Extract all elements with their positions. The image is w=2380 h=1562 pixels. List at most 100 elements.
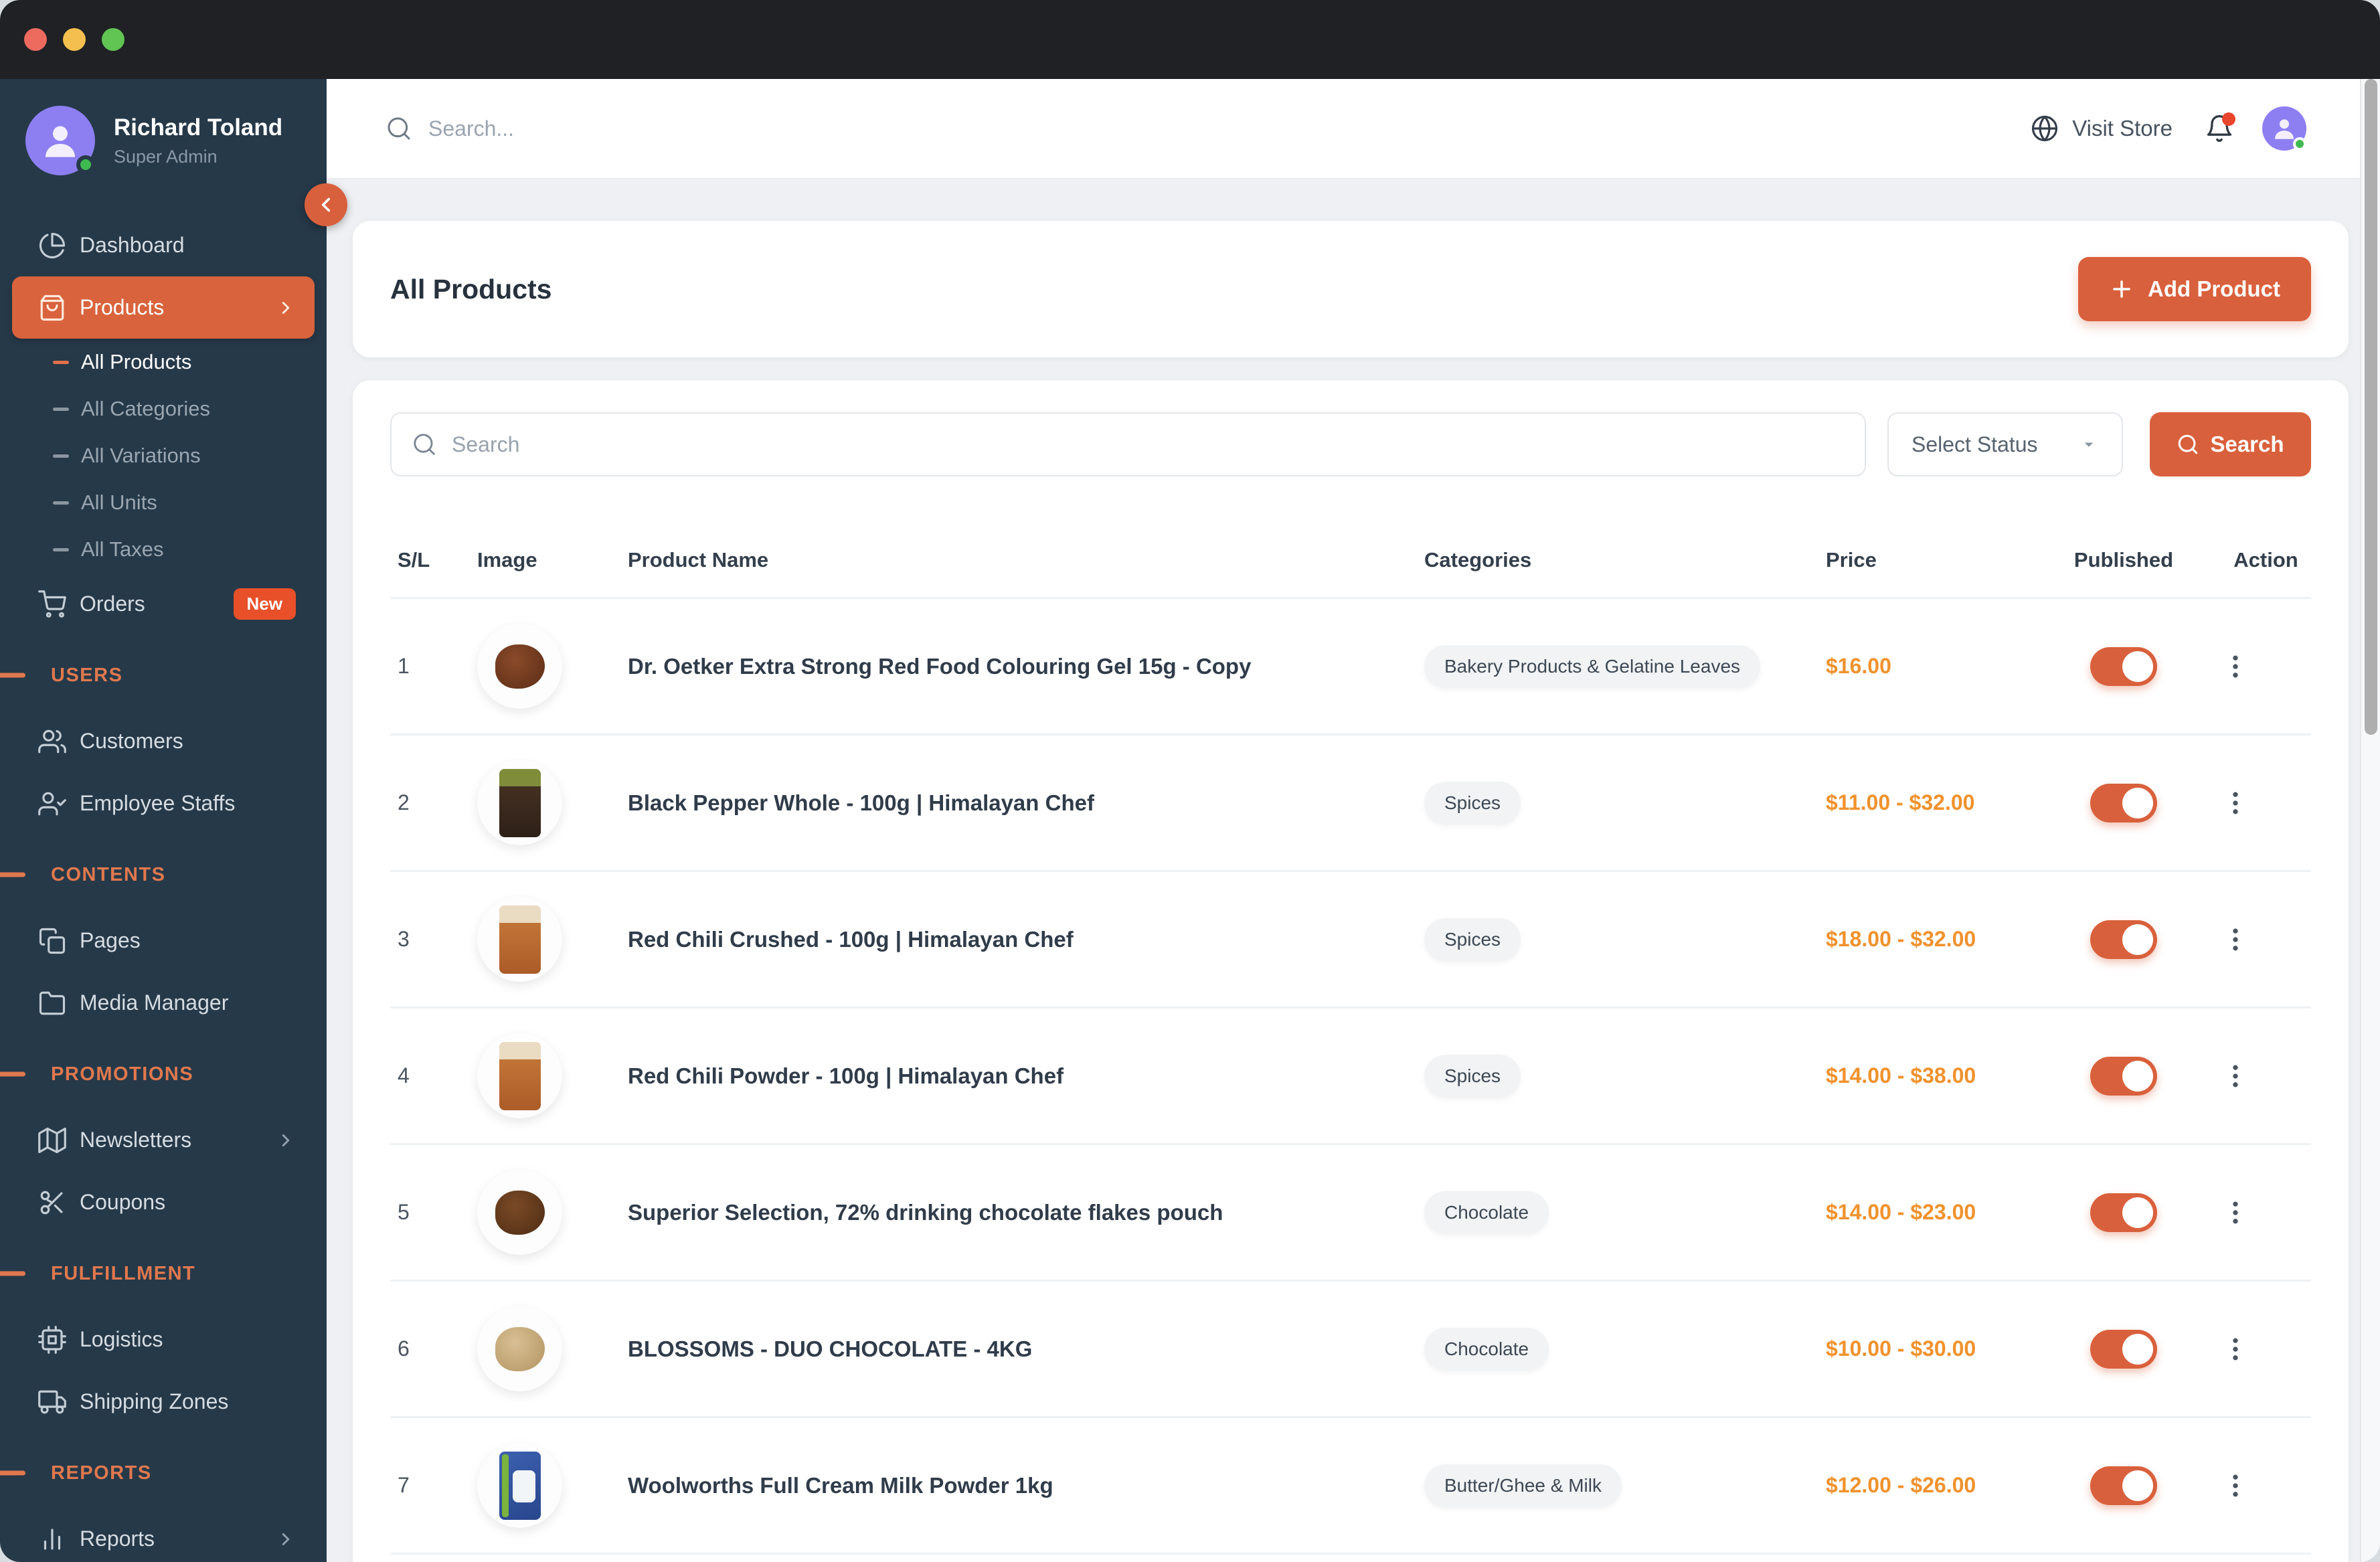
sidebar-subitem-all-variations[interactable]: All Variations <box>0 432 327 479</box>
vertical-scrollbar <box>2360 79 2380 1562</box>
sidebar-item-media-manager[interactable]: Media Manager <box>12 972 315 1034</box>
global-search-input[interactable] <box>428 116 897 141</box>
published-toggle[interactable] <box>2090 920 2157 959</box>
chevron-left-icon <box>315 193 337 216</box>
profile-avatar-button[interactable] <box>2262 106 2306 151</box>
published-toggle[interactable] <box>2090 1329 2157 1369</box>
row-actions-button[interactable] <box>2221 652 2250 681</box>
category-chip: Spices <box>1424 918 1521 961</box>
sidebar-item-label: Coupons <box>80 1190 166 1214</box>
dash-icon <box>53 547 69 551</box>
search-icon <box>386 115 412 142</box>
table-header-row: S/L Image Product Name Categories Price … <box>390 523 2311 597</box>
published-toggle[interactable] <box>2090 783 2157 822</box>
product-name: Dr. Oetker Extra Strong Red Food Colouri… <box>628 653 1252 679</box>
pie-chart-icon <box>38 232 66 260</box>
col-header-price: Price <box>1826 548 1877 572</box>
sidebar-item-customers[interactable]: Customers <box>12 710 315 772</box>
published-toggle[interactable] <box>2090 646 2157 686</box>
close-window-button[interactable] <box>24 28 47 51</box>
row-actions-button[interactable] <box>2221 1471 2250 1500</box>
sidebar-item-newsletters[interactable]: Newsletters <box>12 1109 315 1171</box>
product-price: $10.00 - $30.00 <box>1826 1336 1976 1361</box>
sidebar-subitem-all-taxes[interactable]: All Taxes <box>0 526 327 573</box>
sidebar-item-coupons[interactable]: Coupons <box>12 1171 315 1233</box>
visit-store-button[interactable]: Visit Store <box>2031 114 2173 143</box>
dash-icon <box>53 407 69 411</box>
row-actions-button[interactable] <box>2221 1061 2250 1091</box>
category-chip: Butter/Ghee & Milk <box>1424 1464 1622 1507</box>
maximize-window-button[interactable] <box>102 28 124 51</box>
minimize-window-button[interactable] <box>63 28 86 51</box>
dash-icon <box>53 501 69 505</box>
published-toggle[interactable] <box>2090 1466 2157 1505</box>
page-content: All Products Add Product Select Status <box>327 179 2380 1562</box>
product-price: $14.00 - $38.00 <box>1826 1063 1976 1088</box>
table-row: 4 Red Chili Powder - 100g | Himalayan Ch… <box>390 1007 2311 1143</box>
table-search-button[interactable]: Search <box>2150 412 2311 476</box>
online-status-dot <box>76 155 95 174</box>
sidebar-item-reports[interactable]: Reports <box>12 1508 315 1562</box>
person-icon <box>46 126 75 157</box>
table-search-input[interactable] <box>452 432 1845 457</box>
sidebar-item-logistics[interactable]: Logistics <box>12 1308 315 1371</box>
sidebar-item-shipping-zones[interactable]: Shipping Zones <box>12 1371 315 1433</box>
product-price: $14.00 - $23.00 <box>1826 1200 1976 1224</box>
row-actions-button[interactable] <box>2221 1334 2250 1364</box>
kebab-menu-icon <box>2233 1065 2238 1087</box>
row-serial: 2 <box>398 790 410 814</box>
sidebar-subitem-label: All Products <box>81 350 192 373</box>
sidebar-item-products[interactable]: Products <box>12 276 315 339</box>
person-icon <box>2275 119 2294 139</box>
add-product-button[interactable]: Add Product <box>2078 257 2311 321</box>
sidebar-item-label: Orders <box>80 592 145 616</box>
user-check-icon <box>38 790 66 818</box>
sidebar-collapse-button[interactable] <box>305 183 347 226</box>
sidebar-subitem-all-units[interactable]: All Units <box>0 479 327 526</box>
sidebar-item-label: Dashboard <box>80 233 185 257</box>
sidebar-item-orders[interactable]: Orders New <box>12 573 315 635</box>
kebab-menu-icon <box>2233 792 2238 814</box>
chevron-right-icon <box>276 1529 296 1549</box>
kebab-menu-icon <box>2233 655 2238 677</box>
row-actions-button[interactable] <box>2221 1198 2250 1227</box>
product-image <box>477 760 562 845</box>
table-row: 3 Red Chili Crushed - 100g | Himalayan C… <box>390 870 2311 1007</box>
sidebar-item-label: Pages <box>80 928 141 952</box>
scrollbar-thumb[interactable] <box>2365 79 2377 735</box>
category-chip: Spices <box>1424 781 1521 825</box>
kebab-menu-icon <box>2233 1474 2238 1496</box>
table-row: 1 Dr. Oetker Extra Strong Red Food Colou… <box>390 597 2311 733</box>
col-header-image: Image <box>477 548 537 572</box>
truck-icon <box>38 1388 66 1416</box>
row-serial: 3 <box>398 927 410 951</box>
sidebar-subitem-all-products[interactable]: All Products <box>0 339 327 385</box>
online-status-dot <box>2293 137 2306 151</box>
sidebar-subitem-all-categories[interactable]: All Categories <box>0 385 327 432</box>
row-actions-button[interactable] <box>2221 925 2250 954</box>
sidebar-item-label: Logistics <box>80 1327 163 1351</box>
product-name: Superior Selection, 72% drinking chocola… <box>628 1199 1223 1225</box>
product-price: $16.00 <box>1826 654 1891 678</box>
sidebar-item-pages[interactable]: Pages <box>12 909 315 972</box>
user-avatar <box>25 106 95 175</box>
sidebar-user-block[interactable]: Richard Toland Super Admin <box>0 79 327 175</box>
published-toggle[interactable] <box>2090 1056 2157 1096</box>
sidebar: Richard Toland Super Admin Dashboard Pro… <box>0 79 347 1562</box>
category-chip: Chocolate <box>1424 1327 1549 1371</box>
cpu-icon <box>38 1325 66 1354</box>
row-actions-button[interactable] <box>2221 788 2250 818</box>
sidebar-section-users: USERS <box>0 640 327 710</box>
row-serial: 6 <box>398 1336 410 1361</box>
notifications-button[interactable] <box>2205 112 2235 143</box>
product-image <box>477 1443 562 1528</box>
product-name: Red Chili Crushed - 100g | Himalayan Che… <box>628 926 1074 952</box>
product-name: Red Chili Powder - 100g | Himalayan Chef <box>628 1063 1064 1088</box>
sidebar-subitem-label: All Variations <box>81 444 201 467</box>
sidebar-item-employee-staffs[interactable]: Employee Staffs <box>12 772 315 835</box>
product-image <box>477 1033 562 1118</box>
sidebar-item-dashboard[interactable]: Dashboard <box>12 214 315 276</box>
status-select[interactable]: Select Status <box>1887 412 2123 476</box>
published-toggle[interactable] <box>2090 1193 2157 1232</box>
plus-icon <box>2109 276 2134 302</box>
